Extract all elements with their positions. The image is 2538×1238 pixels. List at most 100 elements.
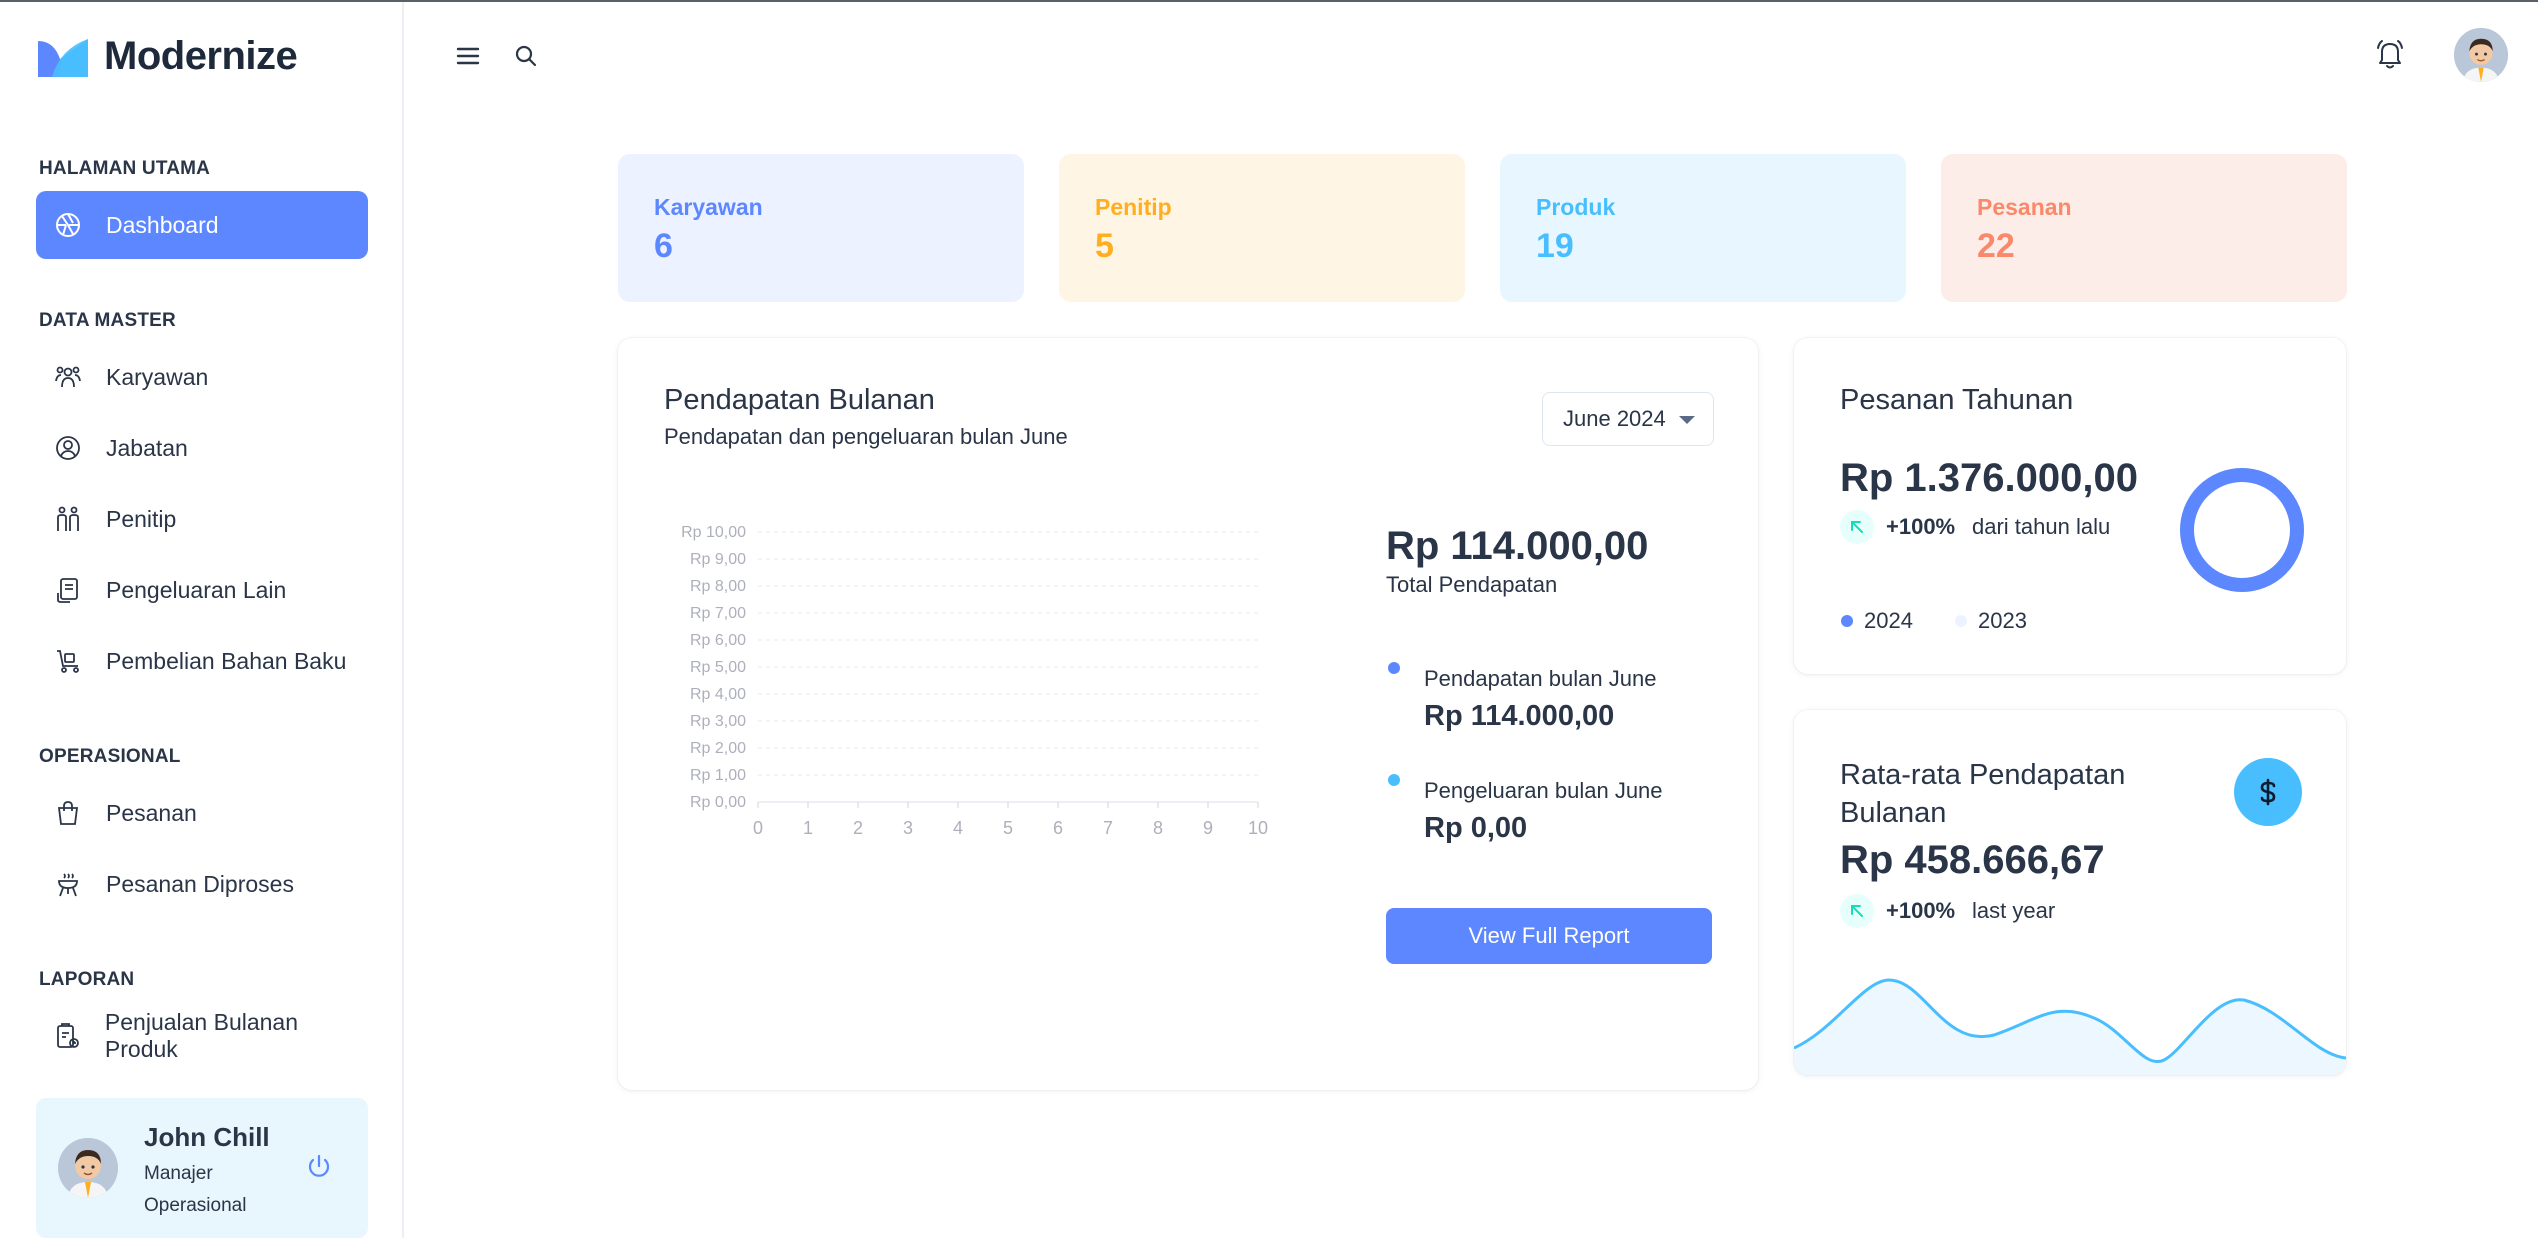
stat-card-produk[interactable]: Produk 19 [1500, 154, 1906, 302]
income-value: Rp 114.000,00 [1424, 700, 1615, 732]
aperture-icon [52, 209, 84, 241]
grill-icon [52, 868, 84, 900]
brand-name: Modernize [104, 34, 298, 78]
user-profile-card: John Chill Manajer Operasional [36, 1098, 368, 1238]
stat-value: 22 [1977, 227, 2015, 265]
x-tick-label: 8 [1153, 818, 1163, 838]
users-icon [52, 361, 84, 393]
user-circle-icon [52, 432, 84, 464]
user-name: John Chill [144, 1122, 270, 1152]
sidebar-item-penitip[interactable]: Penitip [36, 485, 368, 553]
month-select-value: June 2024 [1563, 406, 1666, 431]
card-title: Pendapatan Bulanan [664, 384, 935, 416]
power-icon[interactable] [304, 1152, 334, 1182]
sidebar-item-label: Pengeluaran Lain [106, 576, 287, 603]
stat-card-pesanan[interactable]: Pesanan 22 [1941, 154, 2347, 302]
x-tick-label: 0 [753, 818, 763, 838]
dollar-icon [2234, 758, 2302, 826]
view-full-report-button[interactable]: View Full Report [1386, 908, 1712, 964]
sidebar-item-pesanan-diproses[interactable]: Pesanan Diproses [36, 850, 368, 918]
sidebar-item-pesanan[interactable]: Pesanan [36, 779, 368, 847]
legend-2024-dot [1841, 615, 1853, 627]
section-title-laporan: LAPORAN [39, 969, 135, 990]
stat-label: Produk [1536, 194, 1616, 220]
average-trend-percent: +100% [1886, 898, 1956, 923]
expense-value: Rp 0,00 [1424, 812, 1528, 844]
x-tick-label: 1 [803, 818, 813, 838]
shopping-bag-icon [52, 797, 84, 829]
y-tick-label: Rp 0,00 [690, 794, 746, 811]
average-revenue-card: Rata-rata Pendapatan Bulanan Rp 458.666,… [1794, 710, 2346, 1075]
donut-2024-segment [2180, 468, 2304, 592]
sidebar-item-label: Karyawan [106, 363, 209, 390]
bell-icon[interactable] [2372, 36, 2408, 72]
avatar[interactable] [58, 1138, 118, 1198]
legend-2024-label: 2024 [1864, 608, 1913, 633]
sidebar-item-label: Penjualan Bulanan Produk [104, 1009, 299, 1062]
card-title: Rata-rata Pendapatan Bulanan [1840, 759, 2126, 829]
y-tick-label: Rp 9,00 [690, 551, 746, 568]
user-role: Manajer Operasional [144, 1163, 247, 1216]
sidebar-item-karyawan[interactable]: Karyawan [36, 343, 368, 411]
expense-legend-dot [1388, 774, 1400, 786]
report-icon [52, 1020, 83, 1052]
menu-icon[interactable] [452, 40, 484, 72]
total-revenue-label: Total Pendapatan [1386, 572, 1558, 597]
x-tick-label: 2 [853, 818, 863, 838]
yearly-trend-text: dari tahun lalu [1972, 514, 2111, 539]
income-legend-dot [1388, 662, 1400, 674]
stat-card-karyawan[interactable]: Karyawan 6 [618, 154, 1024, 302]
y-tick-label: Rp 1,00 [690, 767, 746, 784]
receipt-icon [52, 574, 84, 606]
brand-logo-icon [38, 38, 88, 77]
x-tick-label: 7 [1103, 818, 1113, 838]
cart-icon [52, 645, 84, 677]
caret-down-icon [1679, 416, 1695, 424]
stat-label: Pesanan [1977, 194, 2072, 220]
legend-2023-label: 2023 [1978, 608, 2027, 633]
search-icon[interactable] [510, 40, 542, 72]
month-select[interactable]: June 2024 [1542, 392, 1714, 446]
average-sparkline [1794, 978, 2346, 1075]
sidebar-item-label: Pesanan Diproses [106, 870, 294, 897]
revenue-chart: Rp 0,00 Rp 1,00 Rp 2,00 Rp 3,00 Rp 4,00 Rp 5,… [681, 524, 1268, 838]
section-title-data-master: DATA MASTER [39, 310, 176, 331]
y-tick-label: Rp 10,00 [681, 524, 746, 541]
x-tick-label: 6 [1053, 818, 1063, 838]
brand[interactable]: Modernize [36, 34, 298, 79]
yearly-orders-card: Pesanan Tahunan Rp 1.376.000,00 +100% da… [1794, 338, 2346, 674]
x-tick-label: 9 [1203, 818, 1213, 838]
arrow-up-left-icon [1840, 510, 1874, 544]
sidebar-item-pengeluaran-lain[interactable]: Pengeluaran Lain [36, 556, 368, 624]
sidebar-item-jabatan[interactable]: Jabatan [36, 414, 368, 482]
stat-value: 5 [1095, 227, 1114, 265]
section-title-operasional: OPERASIONAL [39, 746, 181, 767]
legend-2023-dot [1955, 615, 1967, 627]
stat-card-penitip[interactable]: Penitip 5 [1059, 154, 1465, 302]
stat-value: 6 [654, 227, 673, 265]
x-tick-label: 4 [953, 818, 963, 838]
y-tick-label: Rp 4,00 [690, 686, 746, 703]
y-tick-label: Rp 5,00 [690, 659, 746, 676]
sidebar-item-penjualan-bulanan-produk[interactable]: Penjualan Bulanan Produk [36, 1002, 368, 1070]
y-tick-label: Rp 3,00 [690, 713, 746, 730]
sidebar-item-label: Pembelian Bahan Baku [106, 647, 347, 674]
average-value: Rp 458.666,67 [1840, 838, 2105, 882]
card-title: Pesanan Tahunan [1840, 384, 2074, 416]
sidebar: Modernize HALAMAN UTAMA Dashboard DATA M… [0, 2, 404, 1238]
x-tick-label: 5 [1003, 818, 1013, 838]
stat-label: Penitip [1095, 194, 1172, 220]
y-tick-label: Rp 8,00 [690, 578, 746, 595]
yearly-donut-chart [2180, 468, 2304, 592]
x-tick-label: 10 [1248, 818, 1268, 838]
yearly-trend-percent: +100% [1886, 514, 1956, 539]
sidebar-item-pembelian-bahan-baku[interactable]: Pembelian Bahan Baku [36, 627, 368, 695]
monthly-revenue-card: Pendapatan Bulanan Pendapatan dan pengel… [618, 338, 1758, 1090]
header-avatar[interactable] [2454, 28, 2508, 82]
sidebar-item-label: Dashboard [106, 211, 219, 238]
stat-label: Karyawan [654, 194, 763, 220]
friends-icon [52, 503, 84, 535]
sidebar-item-dashboard[interactable]: Dashboard [36, 191, 368, 259]
sidebar-item-label: Jabatan [106, 434, 188, 461]
section-title-halaman-utama: HALAMAN UTAMA [39, 158, 211, 179]
